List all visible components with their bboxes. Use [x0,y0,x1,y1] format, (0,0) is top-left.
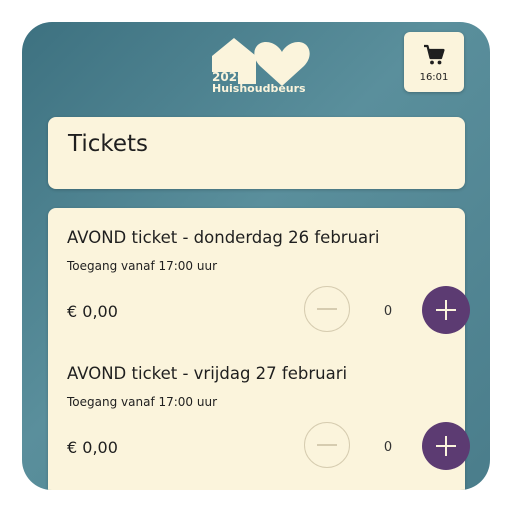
ticket-quantity: 0 [383,440,393,455]
ticket-name: AVOND ticket - donderdag 26 februari [67,228,380,247]
ticket-item: AVOND ticket - vrijdag 27 februari Toega… [48,344,470,474]
cart-timer: 16:01 [419,72,449,83]
minus-icon [317,444,337,446]
decrease-quantity-button[interactable] [304,422,350,468]
minus-icon [317,308,337,310]
increase-quantity-button[interactable] [422,422,470,470]
huishoudbeurs-logo: 2026 Huishoudbeurs [210,36,310,100]
ticket-item: AVOND ticket - donderdag 26 februari Toe… [48,208,470,338]
ticket-price: € 0,00 [67,438,118,457]
ticket-name: AVOND ticket - vrijdag 27 februari [67,364,348,383]
ticket-subtitle: Toegang vanaf 17:00 uur [67,395,218,409]
ticket-list: AVOND ticket - donderdag 26 februari Toe… [48,208,470,490]
decrease-quantity-button[interactable] [304,286,350,332]
ticket-quantity: 0 [383,304,393,319]
cart-button[interactable]: 16:01 [404,32,464,92]
app-screen: 2026 Huishoudbeurs 16:01 Tickets AVOND t… [22,22,490,490]
ticket-subtitle: Toegang vanaf 17:00 uur [67,259,218,273]
increase-quantity-button[interactable] [422,286,470,334]
ticket-price: € 0,00 [67,302,118,321]
cart-icon [424,44,445,65]
logo-name: Huishoudbeurs [212,82,306,95]
page-title: Tickets [68,131,149,157]
page-title-card: Tickets [48,117,465,189]
